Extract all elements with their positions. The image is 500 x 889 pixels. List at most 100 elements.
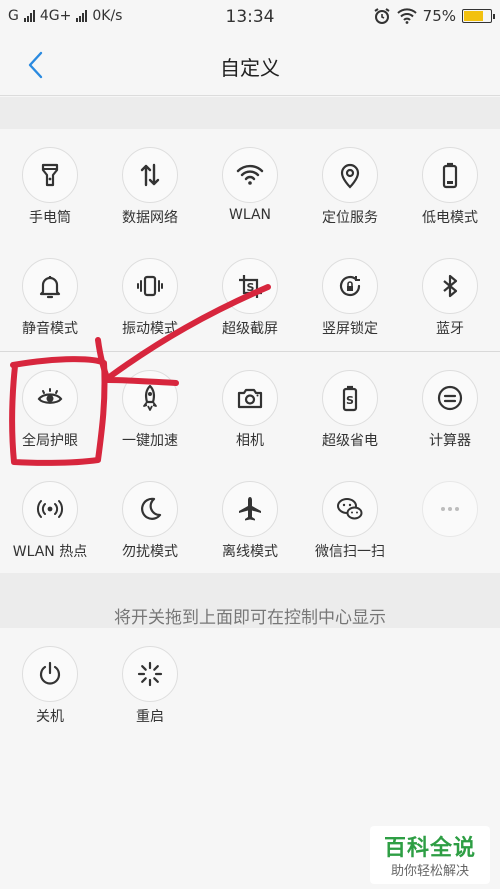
battery-icon xyxy=(462,9,495,23)
eye-icon xyxy=(37,388,63,404)
tile-button[interactable] xyxy=(222,147,278,203)
tile-label: WLAN 热点 xyxy=(12,544,88,560)
tile-label: 数据网络 xyxy=(122,210,178,226)
camera-icon xyxy=(237,388,263,409)
tile-label: 勿扰模式 xyxy=(122,544,178,560)
tile-button[interactable] xyxy=(422,370,478,426)
tile-rocket[interactable]: 一键加速 xyxy=(100,352,200,462)
svg-text:S: S xyxy=(247,281,255,294)
active-tiles-grid: 手电筒 数据网络 WLAN 定位服务 低电模式静音模式 振动模式 S 超级截屏 竖屏锁定 蓝牙 xyxy=(0,129,500,351)
tile-label: 手电筒 xyxy=(29,210,71,226)
data-arrows-icon xyxy=(140,163,160,187)
tile-label: 重启 xyxy=(136,709,164,725)
tile-calculator[interactable]: 计算器 xyxy=(400,352,500,462)
tile-button[interactable] xyxy=(22,147,78,203)
watermark: 百科全说 助你轻松解决 xyxy=(370,826,490,884)
watermark-title: 百科全说 xyxy=(383,836,476,861)
battery-fill xyxy=(464,11,483,21)
tile-button[interactable] xyxy=(122,646,178,702)
battery-percent: 75% xyxy=(422,7,456,25)
more-dots-icon xyxy=(441,507,459,511)
tile-bluetooth[interactable]: 蓝牙 xyxy=(400,240,500,350)
location-pin-icon xyxy=(340,163,360,189)
battery-s-icon: S xyxy=(342,385,358,412)
status-right: 75% xyxy=(373,7,495,25)
tile-label: 蓝牙 xyxy=(436,321,464,337)
tile-label: 关机 xyxy=(36,709,64,725)
battery-icon xyxy=(442,162,458,189)
tile-label: 振动模式 xyxy=(122,321,178,337)
tile-restart[interactable]: 重启 xyxy=(100,628,200,738)
svg-text:S: S xyxy=(346,394,354,407)
tile-flashlight[interactable]: 手电筒 xyxy=(0,129,100,239)
tile-vibrate[interactable]: 振动模式 xyxy=(100,240,200,350)
tile-button[interactable] xyxy=(22,258,78,314)
page-title: 自定义 xyxy=(220,56,280,80)
tile-camera[interactable]: 相机 xyxy=(200,352,300,462)
tile-label: 定位服务 xyxy=(322,210,378,226)
restart-icon xyxy=(137,661,163,687)
flashlight-icon xyxy=(41,163,59,187)
moon-icon xyxy=(141,497,162,520)
tile-hotspot[interactable]: WLAN 热点 xyxy=(0,463,100,573)
tile-data-arrows[interactable]: 数据网络 xyxy=(100,129,200,239)
tile-bell[interactable]: 静音模式 xyxy=(0,240,100,350)
tile-button[interactable] xyxy=(222,481,278,537)
tile-label: 低电模式 xyxy=(422,210,478,226)
tile-rotation-lock[interactable]: 竖屏锁定 xyxy=(300,240,400,350)
tile-button[interactable]: S xyxy=(222,258,278,314)
status-bar: G 4G+ 0K/s 13:34 75% xyxy=(0,0,500,34)
tile-button[interactable] xyxy=(22,646,78,702)
tile-button[interactable] xyxy=(322,147,378,203)
tile-button[interactable] xyxy=(422,481,478,537)
tile-label: WLAN xyxy=(228,207,271,223)
tile-label: 计算器 xyxy=(429,433,471,449)
section-spacer xyxy=(0,97,500,129)
wifi-status-icon xyxy=(396,8,417,24)
available-tiles-grid: 全局护眼 一键加速 相机 S 超级省电 计算器 WLAN 热点 勿扰模式 离线模式 微信扫一扫 xyxy=(0,352,500,573)
wifi-icon xyxy=(236,164,264,185)
crop-s-icon: S xyxy=(239,275,262,298)
tile-airplane[interactable]: 离线模式 xyxy=(200,463,300,573)
tile-button[interactable]: S xyxy=(322,370,378,426)
tile-eye[interactable]: 全局护眼 xyxy=(0,352,100,462)
tile-button[interactable] xyxy=(122,258,178,314)
tile-button[interactable] xyxy=(22,370,78,426)
tile-label: 相机 xyxy=(236,433,264,449)
tile-battery-s[interactable]: S 超级省电 xyxy=(300,352,400,462)
tile-button[interactable] xyxy=(222,370,278,426)
tile-wifi[interactable]: WLAN xyxy=(200,129,300,239)
tile-button[interactable] xyxy=(322,258,378,314)
tile-wechat[interactable]: 微信扫一扫 xyxy=(300,463,400,573)
tile-power[interactable]: 关机 xyxy=(0,628,100,738)
tile-button[interactable] xyxy=(22,481,78,537)
tile-location-pin[interactable]: 定位服务 xyxy=(300,129,400,239)
tile-label: 微信扫一扫 xyxy=(315,544,385,560)
tile-battery[interactable]: 低电模式 xyxy=(400,129,500,239)
tile-button[interactable] xyxy=(422,147,478,203)
hotspot-icon xyxy=(37,500,63,518)
rocket-icon xyxy=(143,384,157,411)
power-tiles-grid: 关机 重启 xyxy=(0,628,500,740)
tile-button[interactable] xyxy=(122,481,178,537)
rotation-lock-icon xyxy=(339,275,361,297)
tile-moon[interactable]: 勿扰模式 xyxy=(100,463,200,573)
tile-button[interactable] xyxy=(422,258,478,314)
title-bar: 自定义 xyxy=(0,34,500,96)
tile-more-dots[interactable] xyxy=(400,463,500,573)
tile-button[interactable] xyxy=(322,481,378,537)
bell-icon xyxy=(39,276,61,299)
tile-label: 超级省电 xyxy=(322,433,378,449)
tile-button[interactable] xyxy=(122,370,178,426)
vibrate-icon xyxy=(137,275,163,297)
tile-label: 离线模式 xyxy=(222,544,278,560)
airplane-icon xyxy=(239,497,261,521)
tile-label: 竖屏锁定 xyxy=(322,321,378,337)
bluetooth-icon xyxy=(443,274,458,298)
tile-label: 超级截屏 xyxy=(222,321,278,337)
tile-label: 全局护眼 xyxy=(22,433,78,449)
wechat-icon xyxy=(337,498,363,520)
tile-button[interactable] xyxy=(122,147,178,203)
watermark-subtitle: 助你轻松解决 xyxy=(390,864,469,879)
tile-crop-s[interactable]: S 超级截屏 xyxy=(200,240,300,350)
